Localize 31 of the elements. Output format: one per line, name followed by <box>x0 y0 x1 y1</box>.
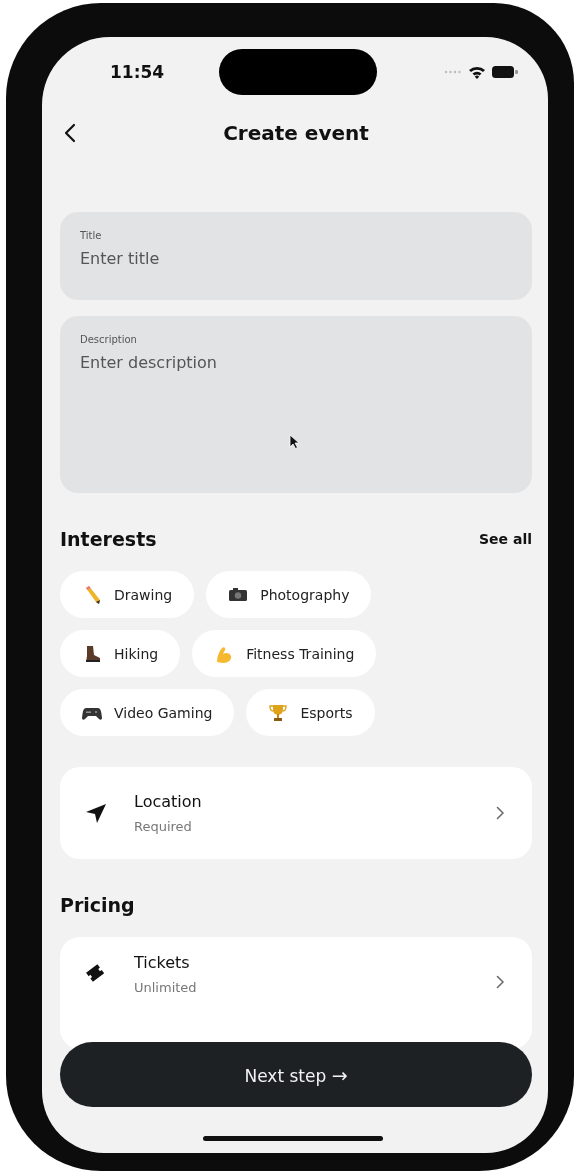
signal-dots-icon <box>444 70 462 74</box>
interest-chip[interactable]: Photography <box>206 571 372 618</box>
trophy-icon <box>268 702 289 723</box>
next-step-button[interactable]: Next step → <box>60 1042 532 1107</box>
row-title: Location <box>134 792 203 811</box>
row-subtitle: Required <box>134 819 193 834</box>
see-all-link[interactable]: See all <box>479 531 532 547</box>
description-input[interactable]: Enter description <box>80 353 512 393</box>
field-label: Title <box>80 230 103 241</box>
location-row[interactable]: Location Required <box>60 767 532 859</box>
chevron-right-icon <box>496 975 504 989</box>
wifi-icon <box>468 65 486 79</box>
battery-icon <box>492 66 518 78</box>
section-title: Interests <box>60 528 157 550</box>
interest-chip[interactable]: Hiking <box>60 630 181 677</box>
back-icon <box>64 123 76 143</box>
interest-chip[interactable]: Esports <box>246 689 375 736</box>
interest-chip[interactable]: Fitness Training <box>192 630 377 677</box>
screen-title: Create event <box>222 121 370 145</box>
field-label: Description <box>80 334 138 345</box>
row-title: Tickets <box>134 953 191 972</box>
interest-chip[interactable]: Drawing <box>60 571 195 618</box>
tickets-row[interactable]: Tickets Unlimited <box>60 937 532 1049</box>
section-title: Pricing <box>60 894 135 916</box>
row-subtitle: Unlimited <box>134 980 198 995</box>
title-input[interactable]: Enter title <box>80 249 512 268</box>
chevron-right-icon <box>496 806 504 820</box>
interest-chip[interactable]: Video Gaming <box>60 689 235 736</box>
status-time: 11:54 <box>110 62 165 82</box>
mouse-cursor-icon <box>289 434 299 449</box>
navigation-arrow-icon <box>84 802 106 824</box>
